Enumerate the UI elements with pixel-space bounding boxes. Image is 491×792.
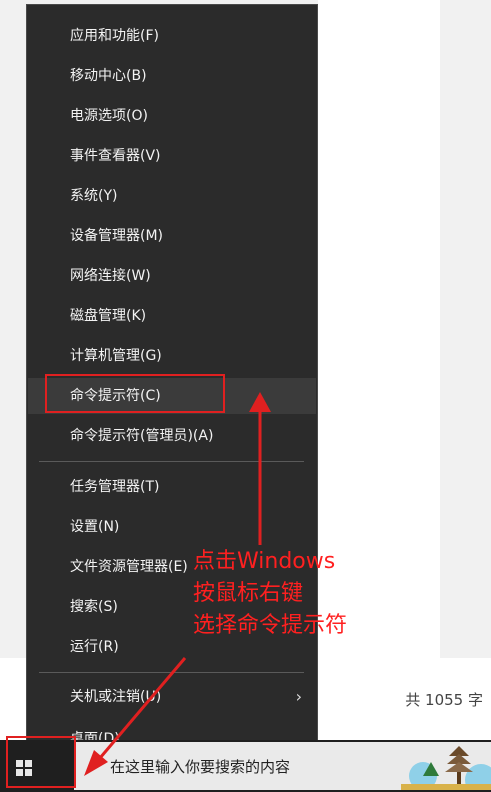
arrow-up-head-icon [249,392,271,412]
annotation-line-3: 选择命令提示符 [193,613,348,638]
arrow-down-line [98,657,187,759]
annotation-line-1: 点击Windows [193,549,336,574]
annotation-arrows [84,392,271,776]
annotation-line-2: 按鼠标右键 [193,581,304,606]
